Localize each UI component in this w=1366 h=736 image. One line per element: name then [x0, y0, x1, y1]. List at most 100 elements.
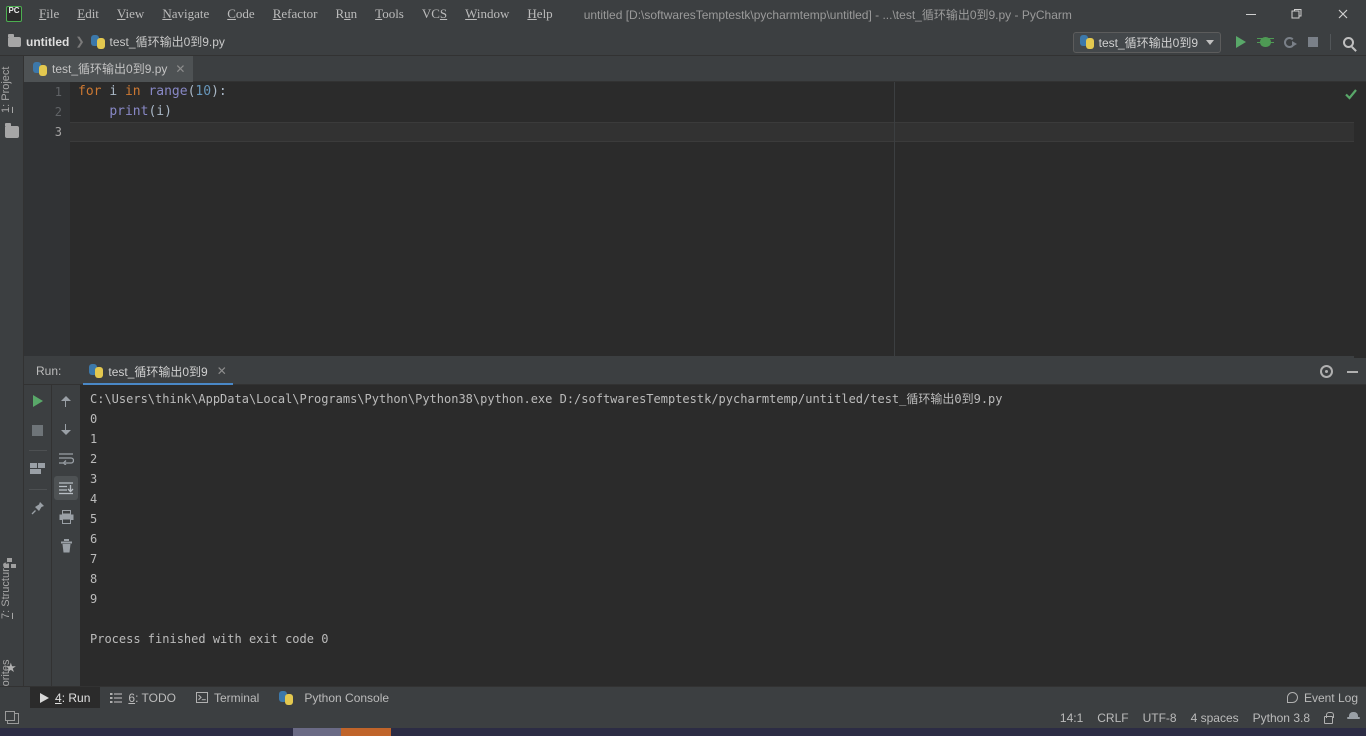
- console-line: 1: [90, 432, 98, 446]
- play-icon: [1236, 36, 1246, 48]
- indent-setting[interactable]: 4 spaces: [1191, 711, 1239, 725]
- bottom-tab-todo[interactable]: 6: TODO: [100, 687, 186, 709]
- bottom-tab-terminal[interactable]: Terminal: [186, 687, 269, 709]
- arrow-down-icon: [61, 424, 71, 436]
- scroll-to-end-button[interactable]: [54, 476, 78, 500]
- left-tool-window-bar: 1: Project 7: Structure 2: Favorites ★: [0, 56, 24, 717]
- main-toolbar-actions: test_循环输出0到9: [1072, 28, 1360, 56]
- breadcrumb-separator-icon: ❯: [75, 36, 85, 48]
- taskbar-item-active[interactable]: [341, 728, 391, 736]
- editor-tab-active[interactable]: test_循环输出0到9.py ✕: [24, 56, 194, 82]
- window-title: untitled [D:\softwaresTemptestk\pycharmt…: [583, 7, 1072, 22]
- structure-mnemonic: 7: [0, 613, 12, 620]
- code-text[interactable]: for i in range(10): print(i): [70, 82, 1366, 356]
- minimize-icon[interactable]: [1347, 370, 1358, 373]
- run-label: Run:: [36, 364, 62, 378]
- down-the-stack-button[interactable]: [54, 418, 78, 442]
- toggle-tool-windows-button[interactable]: [5, 710, 19, 724]
- up-the-stack-button[interactable]: [54, 389, 78, 413]
- code-token: in: [124, 84, 141, 99]
- run-coverage-button[interactable]: [1277, 30, 1301, 54]
- console-output[interactable]: C:\Users\think\AppData\Local\Programs\Py…: [80, 385, 1366, 686]
- soft-wrap-button[interactable]: [54, 447, 78, 471]
- python-interpreter[interactable]: Python 3.8: [1253, 711, 1310, 725]
- breadcrumb: untitled ❯ test_循环输出0到9.py: [8, 33, 225, 50]
- close-window-button[interactable]: [1320, 0, 1366, 28]
- menu-window[interactable]: Window: [456, 2, 518, 26]
- bottom-tab-run[interactable]: 4: Run: [30, 686, 101, 709]
- print-icon: [59, 510, 73, 524]
- code-token: 10: [195, 84, 212, 99]
- console-line: 5: [90, 512, 98, 526]
- menu-run[interactable]: Run: [326, 2, 366, 26]
- editor-gutter[interactable]: 1 2 3: [24, 82, 70, 356]
- event-log-button[interactable]: Event Log: [1286, 690, 1358, 705]
- close-icon[interactable]: ✕: [217, 364, 227, 378]
- play-icon: [32, 395, 43, 407]
- run-configuration-selector[interactable]: test_循环输出0到9: [1072, 31, 1221, 53]
- breadcrumb-label: untitled: [26, 34, 70, 49]
- close-icon[interactable]: ✕: [175, 63, 185, 75]
- run-tool-window: Run: test_循环输出0到9 ✕ C:\Users\think\AppDa…: [24, 358, 1366, 686]
- toolbar-divider: [1330, 34, 1331, 50]
- editor-scrollbar[interactable]: [1354, 108, 1366, 382]
- event-log-label: Event Log: [1303, 690, 1358, 705]
- breadcrumb-item-file[interactable]: test_循环输出0到9.py: [90, 33, 225, 50]
- menu-navigate[interactable]: Navigate: [153, 2, 218, 26]
- console-line: 2: [90, 452, 98, 466]
- pin-tab-button[interactable]: [26, 496, 50, 520]
- run-session-tab[interactable]: test_循环输出0到9 ✕: [83, 358, 234, 385]
- bottom-tab-label: Python Console: [304, 690, 390, 705]
- gear-icon[interactable]: [1320, 365, 1333, 378]
- breadcrumb-item-project[interactable]: untitled: [8, 33, 70, 49]
- editor-body[interactable]: 1 2 3 for i in range(10): print(i): [24, 82, 1366, 382]
- print-button[interactable]: [54, 505, 78, 529]
- code-token: ): [164, 104, 172, 119]
- clear-all-button[interactable]: [54, 534, 78, 558]
- inspection-ok-icon[interactable]: [1344, 87, 1358, 101]
- terminal-icon: [195, 692, 208, 703]
- sidebar-item-project[interactable]: 1: Project: [0, 58, 24, 122]
- stop-process-button[interactable]: [26, 418, 50, 442]
- menu-help[interactable]: Help: [518, 2, 561, 26]
- run-button[interactable]: [1229, 30, 1253, 54]
- layout-settings-button[interactable]: [26, 457, 50, 481]
- menu-vcs[interactable]: VCS: [413, 2, 456, 26]
- hector-inspection-icon[interactable]: [1347, 712, 1360, 724]
- bottom-tab-python-console[interactable]: Python Console: [269, 687, 399, 709]
- pin-icon: [31, 502, 44, 515]
- rerun-button[interactable]: [26, 389, 50, 413]
- python-icon: [1079, 35, 1094, 49]
- layout-icon: [30, 463, 45, 474]
- minimize-window-button[interactable]: [1228, 0, 1274, 28]
- search-everywhere-button[interactable]: [1336, 30, 1360, 54]
- menu-edit[interactable]: Edit: [68, 2, 108, 26]
- taskbar-item[interactable]: [293, 728, 341, 736]
- bug-icon: [1256, 37, 1274, 47]
- coverage-icon: [1283, 36, 1297, 48]
- caret-position[interactable]: 14:1: [1060, 711, 1083, 725]
- run-tool-window-header: Run: test_循环输出0到9 ✕: [24, 358, 1366, 385]
- python-icon: [89, 364, 104, 378]
- line-separator[interactable]: CRLF: [1097, 711, 1128, 725]
- menu-code[interactable]: Code: [218, 2, 263, 26]
- menu-tools[interactable]: Tools: [366, 2, 413, 26]
- bottom-tool-window-bar: 4: Run 6: TODO Terminal Python Console E…: [0, 686, 1366, 709]
- console-line: 4: [90, 492, 98, 506]
- menu-view[interactable]: View: [108, 2, 153, 26]
- tool-windows-icon: [5, 710, 19, 724]
- console-line: 8: [90, 572, 98, 586]
- restore-window-button[interactable]: [1274, 0, 1320, 28]
- status-bar-right: 14:1 CRLF UTF-8 4 spaces Python 3.8: [1060, 711, 1360, 725]
- breadcrumb-label: test_循环输出0到9.py: [109, 35, 225, 49]
- file-encoding[interactable]: UTF-8: [1143, 711, 1177, 725]
- debug-button[interactable]: [1253, 30, 1277, 54]
- console-line: 9: [90, 592, 98, 606]
- menu-file[interactable]: File: [30, 2, 68, 26]
- stop-button[interactable]: [1301, 30, 1325, 54]
- menu-refactor[interactable]: Refactor: [264, 2, 327, 26]
- lock-icon[interactable]: [1324, 711, 1334, 724]
